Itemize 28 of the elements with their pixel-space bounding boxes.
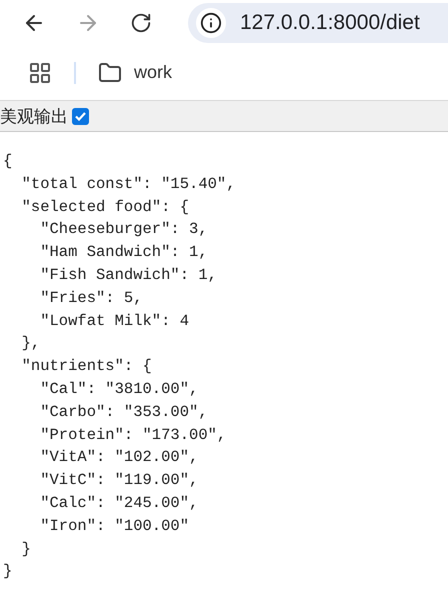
code-line: "Fries": 5, xyxy=(40,288,143,307)
info-icon[interactable] xyxy=(196,8,226,38)
code-line: } xyxy=(22,540,31,558)
reload-icon xyxy=(130,12,152,34)
code-line: "Cal": "3810.00", xyxy=(40,380,198,398)
code-line: "Protein": "173.00", xyxy=(40,426,226,444)
code-line: "Carbo": "353.00", xyxy=(40,402,208,421)
code-line: "Calc": "245.00", xyxy=(40,494,198,512)
code-line: "total const": "15.40", xyxy=(22,174,236,193)
code-line: } xyxy=(3,562,12,580)
code-line: "Fish Sandwich": 1, xyxy=(40,266,217,284)
code-line: "nutrients": { xyxy=(22,357,152,376)
address-bar[interactable]: 127.0.0.1:8000/diet xyxy=(188,2,448,42)
code-line: }, xyxy=(22,334,40,352)
checkbox[interactable] xyxy=(72,108,89,124)
code-line: "Lowfat Milk": 4 xyxy=(40,312,190,330)
option-label: 美观输出 xyxy=(0,106,68,128)
code-line: "VitA": "102.00", xyxy=(40,448,198,466)
folder-icon xyxy=(98,60,122,84)
code-line: "Iron": "100.00" xyxy=(40,516,190,535)
code-line: "selected food": { xyxy=(22,198,190,216)
code-line: "Cheeseburger": 3, xyxy=(40,220,208,238)
code-line: { xyxy=(3,152,12,170)
apps-grid-icon[interactable] xyxy=(28,60,52,84)
checkmark-icon xyxy=(75,112,86,120)
code-line: "VitC": "119.00", xyxy=(40,471,198,490)
bookmark-folder[interactable]: work xyxy=(98,60,172,84)
code-line: "Ham Sandwich": 1, xyxy=(40,243,208,262)
